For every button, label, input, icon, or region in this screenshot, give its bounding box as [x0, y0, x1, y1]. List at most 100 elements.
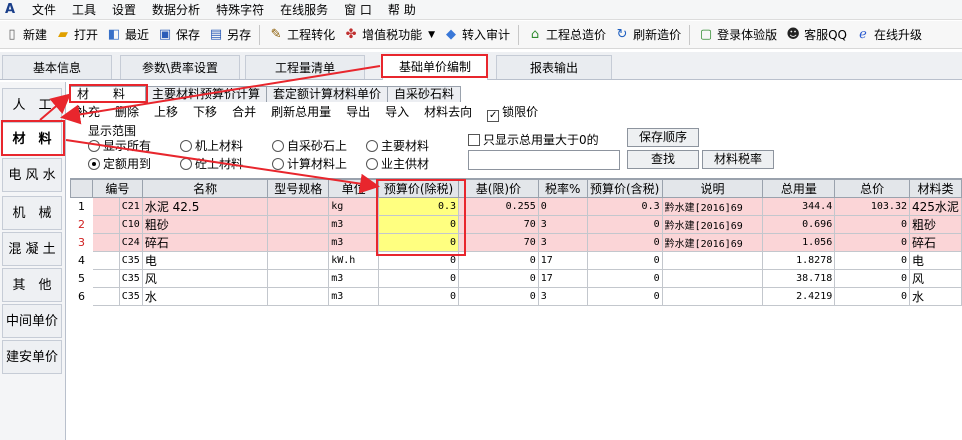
radio-concrete-material[interactable]: 砼上材料 [180, 155, 243, 172]
cell-qty[interactable]: 1.056 [762, 233, 836, 252]
move-down-button[interactable]: 下移 [187, 103, 226, 121]
sidebar-item-intermediate-price[interactable]: 中间单价 [2, 304, 62, 338]
cell-spec[interactable] [267, 215, 330, 234]
table-row[interactable]: 1 C21 水泥 42.5 kg 0.3 0.255 0 0.3 黔水建[2016]69 344.… [70, 197, 962, 216]
cell-total[interactable]: 0 [834, 287, 910, 306]
cell-tax[interactable]: 3 [537, 215, 588, 234]
cell-name[interactable]: 水泥 42.5 [141, 197, 269, 216]
cell-spec[interactable] [267, 233, 330, 252]
table-row[interactable]: 6 C35 水 m3 0 0 3 0 2.4219 0 水 [70, 287, 962, 306]
menu-online-service[interactable]: 在线服务 [272, 0, 336, 20]
cell-name[interactable]: 碎石 [141, 233, 269, 252]
cell-base[interactable]: 0.255 [458, 197, 539, 216]
save-as-button[interactable]: ▤ 另存 [204, 23, 255, 47]
column-header[interactable]: 编号 [91, 179, 143, 198]
cell-total[interactable]: 103.32 [834, 197, 910, 216]
open-button[interactable]: ▰ 打开 [51, 23, 102, 47]
cell-name[interactable]: 电 [141, 251, 269, 270]
sidebar-item-machinery[interactable]: 机 械 [2, 196, 62, 230]
table-row[interactable]: 5 C35 风 m3 0 0 17 0 38.718 0 风 [70, 269, 962, 288]
subtab-quota-material-price[interactable]: 套定额计算材料单价 [266, 86, 389, 102]
lock-price-checkbox[interactable]: ✓ 锁限价 [481, 103, 547, 122]
import-button[interactable]: 导入 [379, 103, 418, 121]
cell-code[interactable]: C21 [118, 197, 143, 216]
cell-base[interactable]: 0 [458, 269, 539, 288]
cell-qty[interactable]: 2.4219 [762, 287, 836, 306]
cell-total[interactable]: 0 [834, 269, 910, 288]
table-row[interactable]: 4 C35 电 kW.h 0 0 17 0 1.8278 0 电 [70, 251, 962, 270]
radio-quota-used[interactable]: 定额用到 [88, 155, 151, 172]
customer-service-qq-button[interactable]: ☻ 客服QQ [781, 23, 851, 47]
material-tax-rate-button[interactable]: 材料税率 [702, 150, 774, 169]
sidebar-item-other[interactable]: 其 他 [2, 268, 62, 302]
cell-tax[interactable]: 17 [537, 251, 588, 270]
cell-price-tax[interactable]: 0 [586, 251, 663, 270]
cell-spec[interactable] [267, 287, 330, 306]
login-trial-button[interactable]: ▢ 登录体验版 [694, 23, 781, 47]
export-button[interactable]: 导出 [340, 103, 379, 121]
cell-base[interactable]: 0 [458, 251, 539, 270]
cell-note[interactable] [661, 269, 764, 288]
sidebar-item-power-wind-water[interactable]: 电 风 水 [2, 158, 62, 192]
cell-total[interactable]: 0 [834, 215, 910, 234]
cell-code[interactable]: C24 [118, 233, 143, 252]
cell-note[interactable]: 黔水建[2016]69 [661, 215, 764, 234]
cell-code[interactable]: C35 [118, 287, 143, 306]
cell-unit[interactable]: m3 [328, 215, 380, 234]
transfer-audit-button[interactable]: ◆ 转入审计 [439, 23, 514, 47]
cell-total[interactable]: 0 [834, 233, 910, 252]
radio-show-all[interactable]: 显示所有 [88, 137, 151, 154]
tab-report-output[interactable]: 报表输出 [496, 55, 612, 79]
cell-cat[interactable]: 碎石 [908, 233, 962, 252]
search-input[interactable] [468, 150, 620, 170]
sidebar-item-labor[interactable]: 人 工 [2, 88, 62, 122]
delete-button[interactable]: 删除 [109, 103, 148, 121]
column-header[interactable]: 单位 [328, 179, 380, 198]
table-row[interactable]: 3 C24 碎石 m3 0 70 3 0 黔水建[2016]69 1.056 0 碎石 [70, 233, 962, 252]
radio-main-material[interactable]: 主要材料 [366, 137, 429, 154]
menu-tools[interactable]: 工具 [64, 0, 104, 20]
cell-code[interactable]: C10 [118, 215, 143, 234]
column-header[interactable]: 总价 [834, 179, 910, 198]
cell-tax[interactable]: 3 [537, 233, 588, 252]
cell-name[interactable]: 风 [141, 269, 269, 288]
cell-tax[interactable]: 17 [537, 269, 588, 288]
menu-help[interactable]: 帮 助 [380, 0, 424, 20]
sidebar-item-concrete[interactable]: 混 凝 土 [2, 232, 62, 266]
cell-price-tax[interactable]: 0 [586, 233, 663, 252]
column-header[interactable]: 材料类 [908, 179, 962, 198]
cell-unit[interactable]: m3 [328, 287, 380, 306]
cell-code[interactable]: C35 [118, 251, 143, 270]
cell-unit[interactable]: kg [328, 197, 380, 216]
cell-name[interactable]: 粗砂 [141, 215, 269, 234]
cell-cat[interactable]: 电 [908, 251, 962, 270]
cell-price-tax[interactable]: 0 [586, 287, 663, 306]
total-cost-button[interactable]: ⌂ 工程总造价 [523, 23, 610, 47]
cell-base[interactable]: 70 [458, 215, 539, 234]
menu-file[interactable]: 文件 [24, 0, 64, 20]
column-header[interactable]: 型号规格 [267, 179, 330, 198]
menu-data-analysis[interactable]: 数据分析 [144, 0, 208, 20]
cell-price-tax[interactable]: 0.3 [586, 197, 663, 216]
cell-cat[interactable]: 水 [908, 287, 962, 306]
online-upgrade-button[interactable]: ℯ 在线升级 [851, 23, 926, 47]
cell-note[interactable]: 黔水建[2016]69 [661, 233, 764, 252]
cell-unit[interactable]: m3 [328, 269, 380, 288]
column-header[interactable]: 说明 [661, 179, 764, 198]
cell-qty[interactable]: 0.696 [762, 215, 836, 234]
column-header[interactable]: 预算价(含税) [586, 179, 663, 198]
cell-cat[interactable]: 粗砂 [908, 215, 962, 234]
cell-spec[interactable] [267, 251, 330, 270]
search-button[interactable]: 查找 [627, 150, 699, 169]
cell-qty[interactable]: 38.718 [762, 269, 836, 288]
only-show-nonzero-checkbox[interactable]: 只显示总用量大于0的 [468, 131, 599, 148]
cell-base[interactable]: 70 [458, 233, 539, 252]
subtab-self-sand-gravel[interactable]: 自采砂石料 [387, 86, 462, 102]
cell-tax[interactable]: 0 [537, 197, 588, 216]
cell-price-tax[interactable]: 0 [586, 215, 663, 234]
cell-note[interactable] [661, 287, 764, 306]
tab-parameters[interactable]: 参数\费率设置 [120, 55, 240, 79]
tab-bill-of-quantities[interactable]: 工程量清单 [245, 55, 365, 79]
menu-settings[interactable]: 设置 [104, 0, 144, 20]
save-order-button[interactable]: 保存顺序 [627, 128, 699, 147]
